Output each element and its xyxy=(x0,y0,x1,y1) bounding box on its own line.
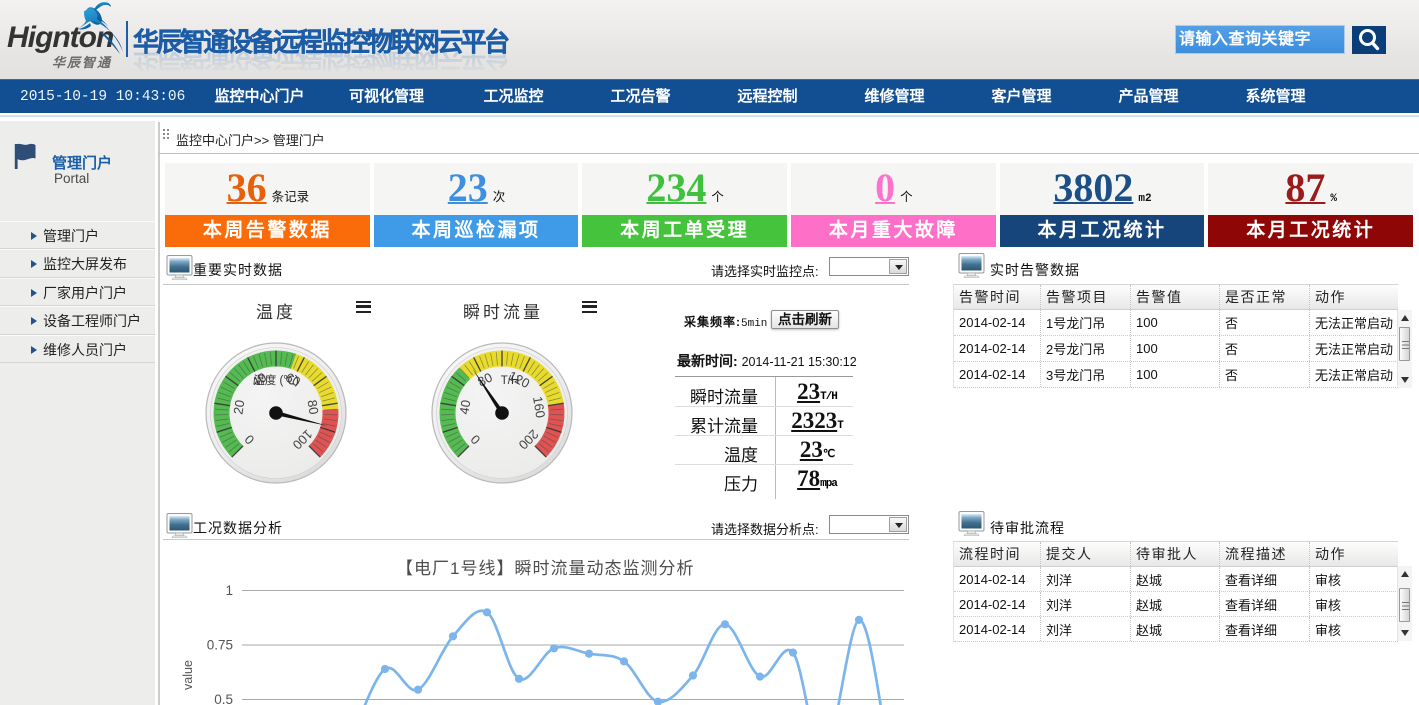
svg-text:20: 20 xyxy=(230,399,247,416)
svg-text:40: 40 xyxy=(456,399,473,416)
svg-text:value: value xyxy=(181,660,195,690)
svg-text:温度 (℃): 温度 (℃) xyxy=(253,373,299,387)
svg-text:1: 1 xyxy=(225,583,233,598)
svg-text:0.75: 0.75 xyxy=(207,638,233,653)
svg-text:T/H: T/H xyxy=(501,375,520,387)
svg-text:0.5: 0.5 xyxy=(214,692,233,705)
svg-text:80: 80 xyxy=(305,399,322,416)
